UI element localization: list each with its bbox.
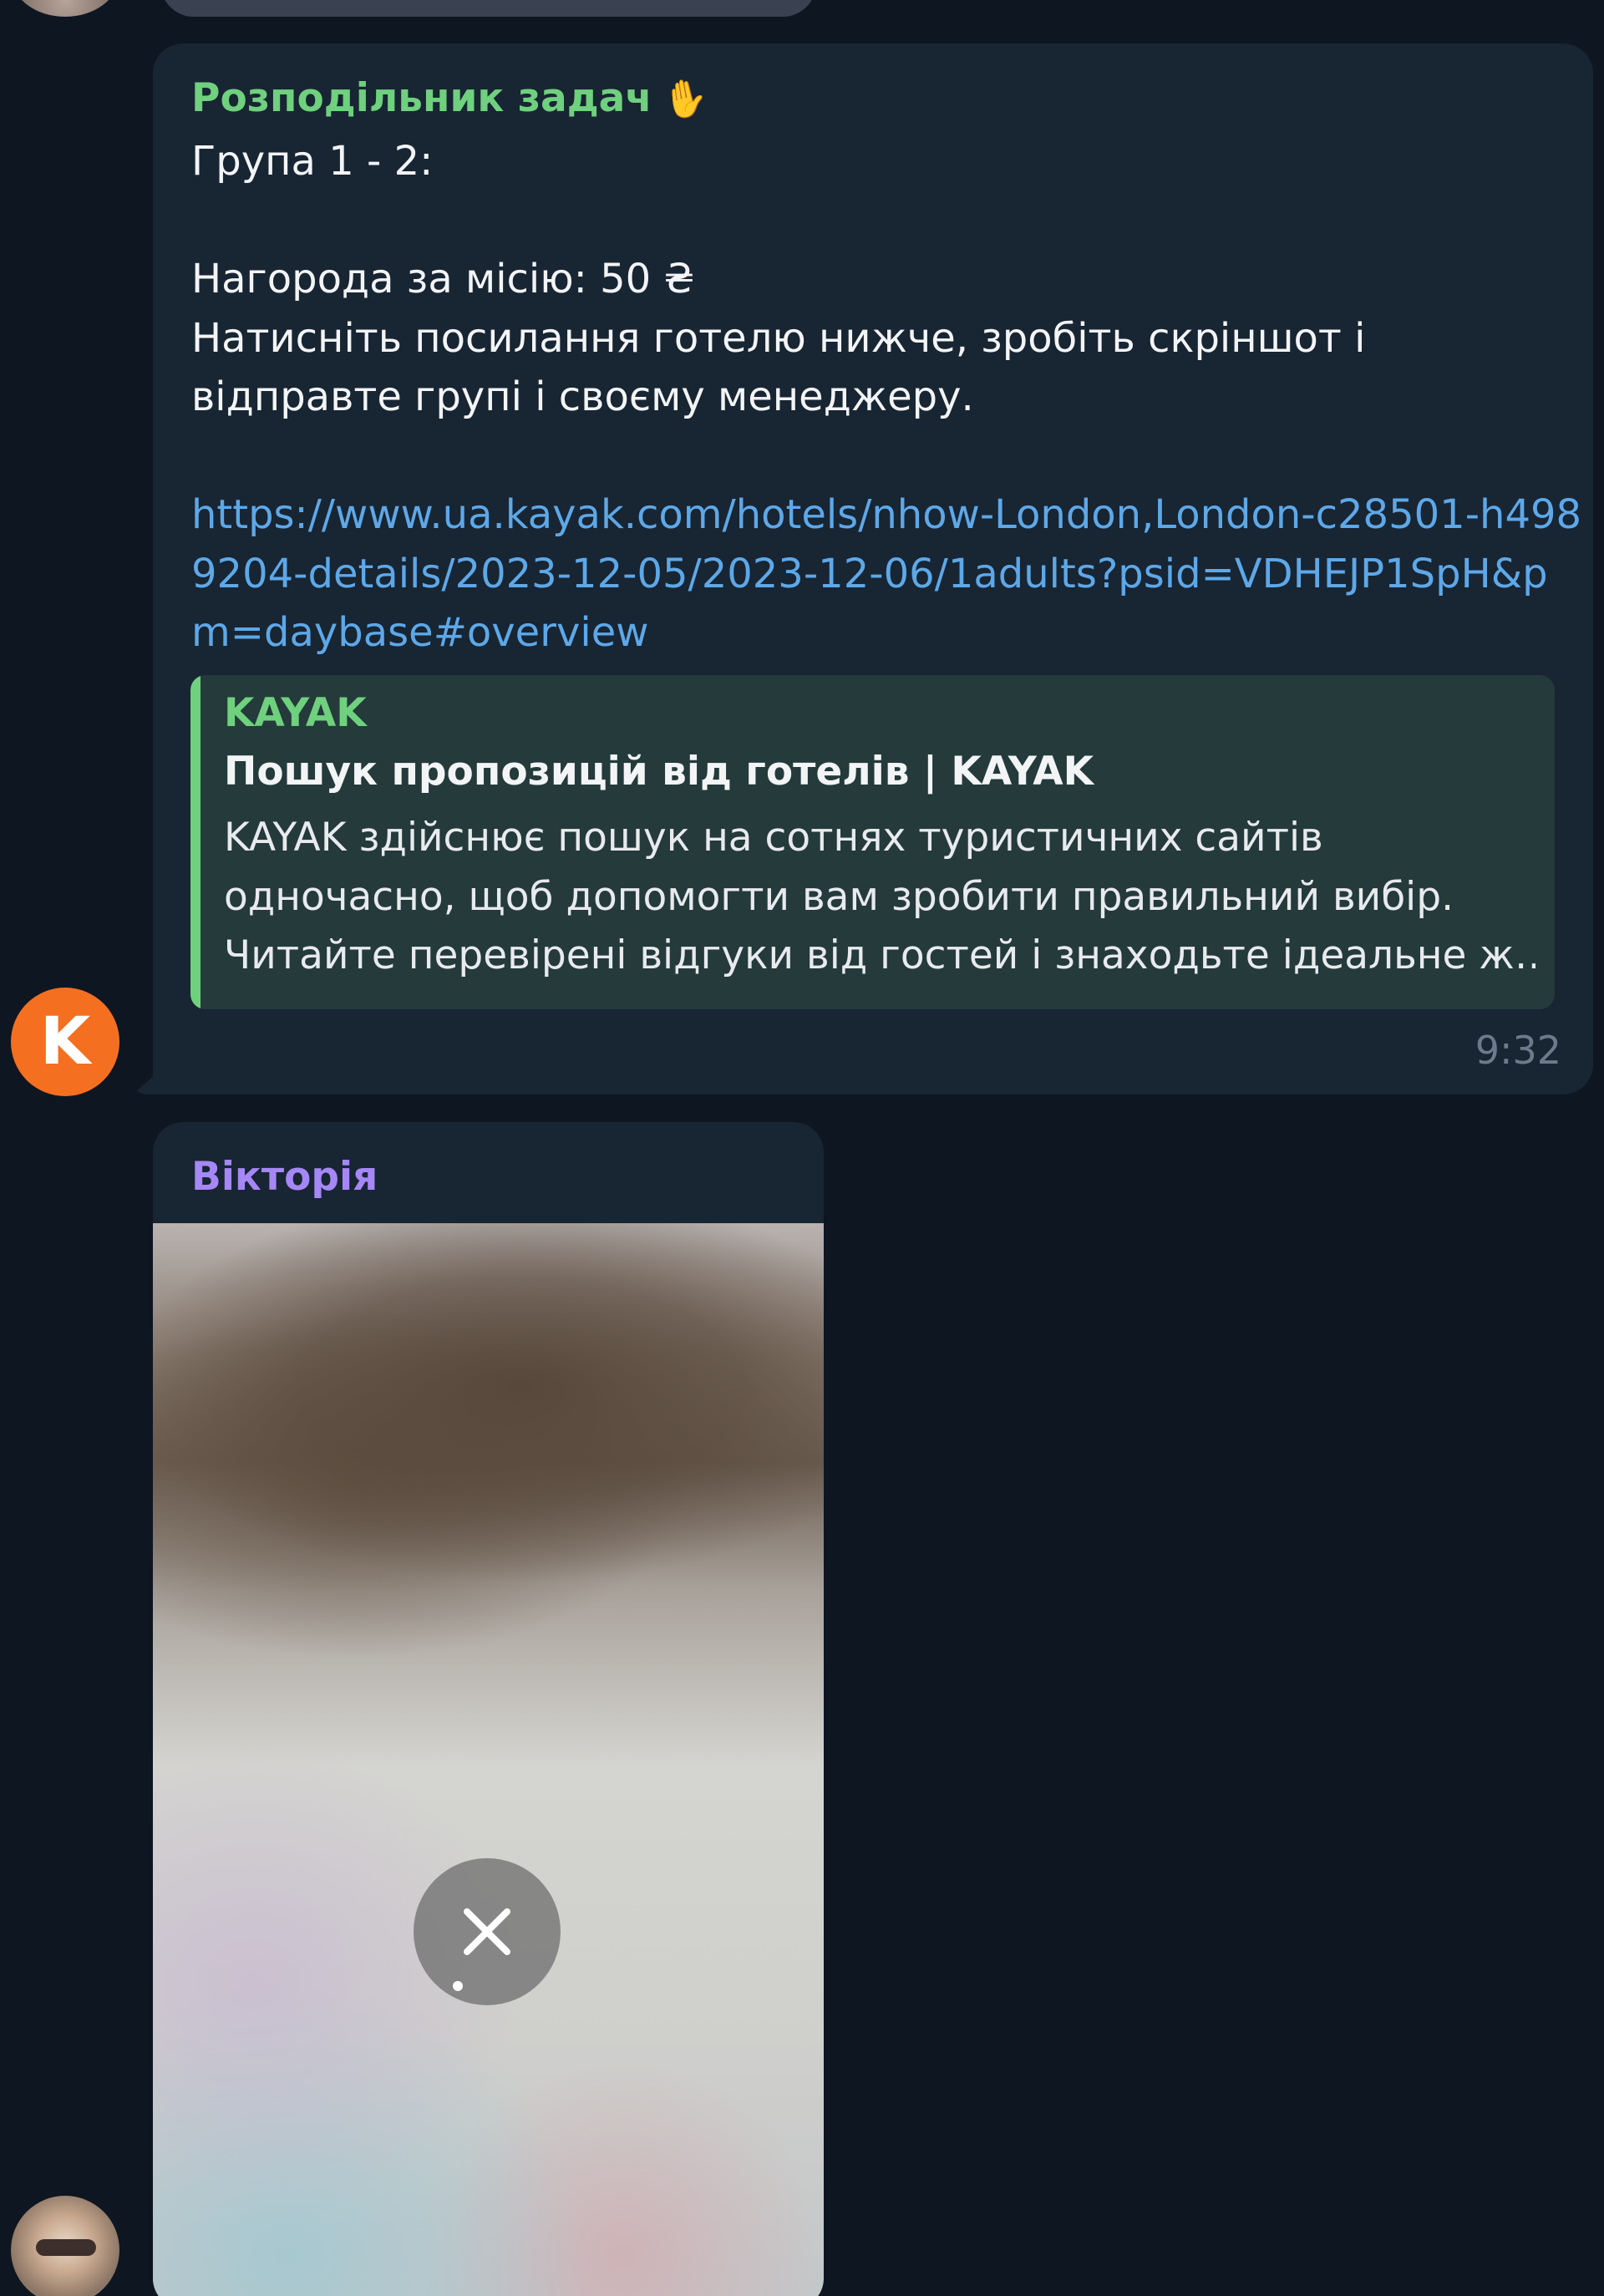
preview-title: Пошук пропозицій від готелів | KAYAK xyxy=(224,749,1094,795)
message-time: 9:32 xyxy=(1475,1028,1561,1073)
avatar-photo xyxy=(36,2239,96,2256)
sender-name[interactable]: Вікторія xyxy=(191,1154,378,1200)
chat-history: Розподільник задач ✋ Група 1 - 2: Нагород… xyxy=(0,0,1604,2296)
avatar[interactable] xyxy=(11,2196,119,2296)
sender-name[interactable]: Розподільник задач ✋ xyxy=(191,74,712,124)
message-text: Група 1 - 2: Нагорода за місію: 50 ₴ Нат… xyxy=(191,138,1366,420)
previous-message-bubble[interactable] xyxy=(160,0,816,17)
preview-accent-bar xyxy=(190,675,200,1009)
message-bubble[interactable]: Вікторія xyxy=(153,1122,824,2296)
waving-hand-icon: ✋ xyxy=(658,74,712,124)
cancel-download-button[interactable] xyxy=(414,1858,561,2005)
message-bubble[interactable]: Розподільник задач ✋ Група 1 - 2: Нагород… xyxy=(153,43,1593,1095)
close-icon xyxy=(464,1908,510,1955)
preview-description: KAYAK здійснює пошук на сотнях туристичн… xyxy=(224,815,1535,978)
link-preview[interactable]: KAYAK Пошук пропозицій від готелів | KAY… xyxy=(190,675,1555,1009)
hotel-link[interactable]: https://www.ua.kayak.com/hotels/nhow-Lon… xyxy=(191,485,1586,663)
preview-site-name: KAYAK xyxy=(224,690,367,736)
avatar[interactable] xyxy=(11,0,119,17)
avatar[interactable]: K xyxy=(11,988,119,1096)
progress-indicator xyxy=(453,1981,463,1991)
photo-attachment[interactable] xyxy=(153,1223,824,2296)
